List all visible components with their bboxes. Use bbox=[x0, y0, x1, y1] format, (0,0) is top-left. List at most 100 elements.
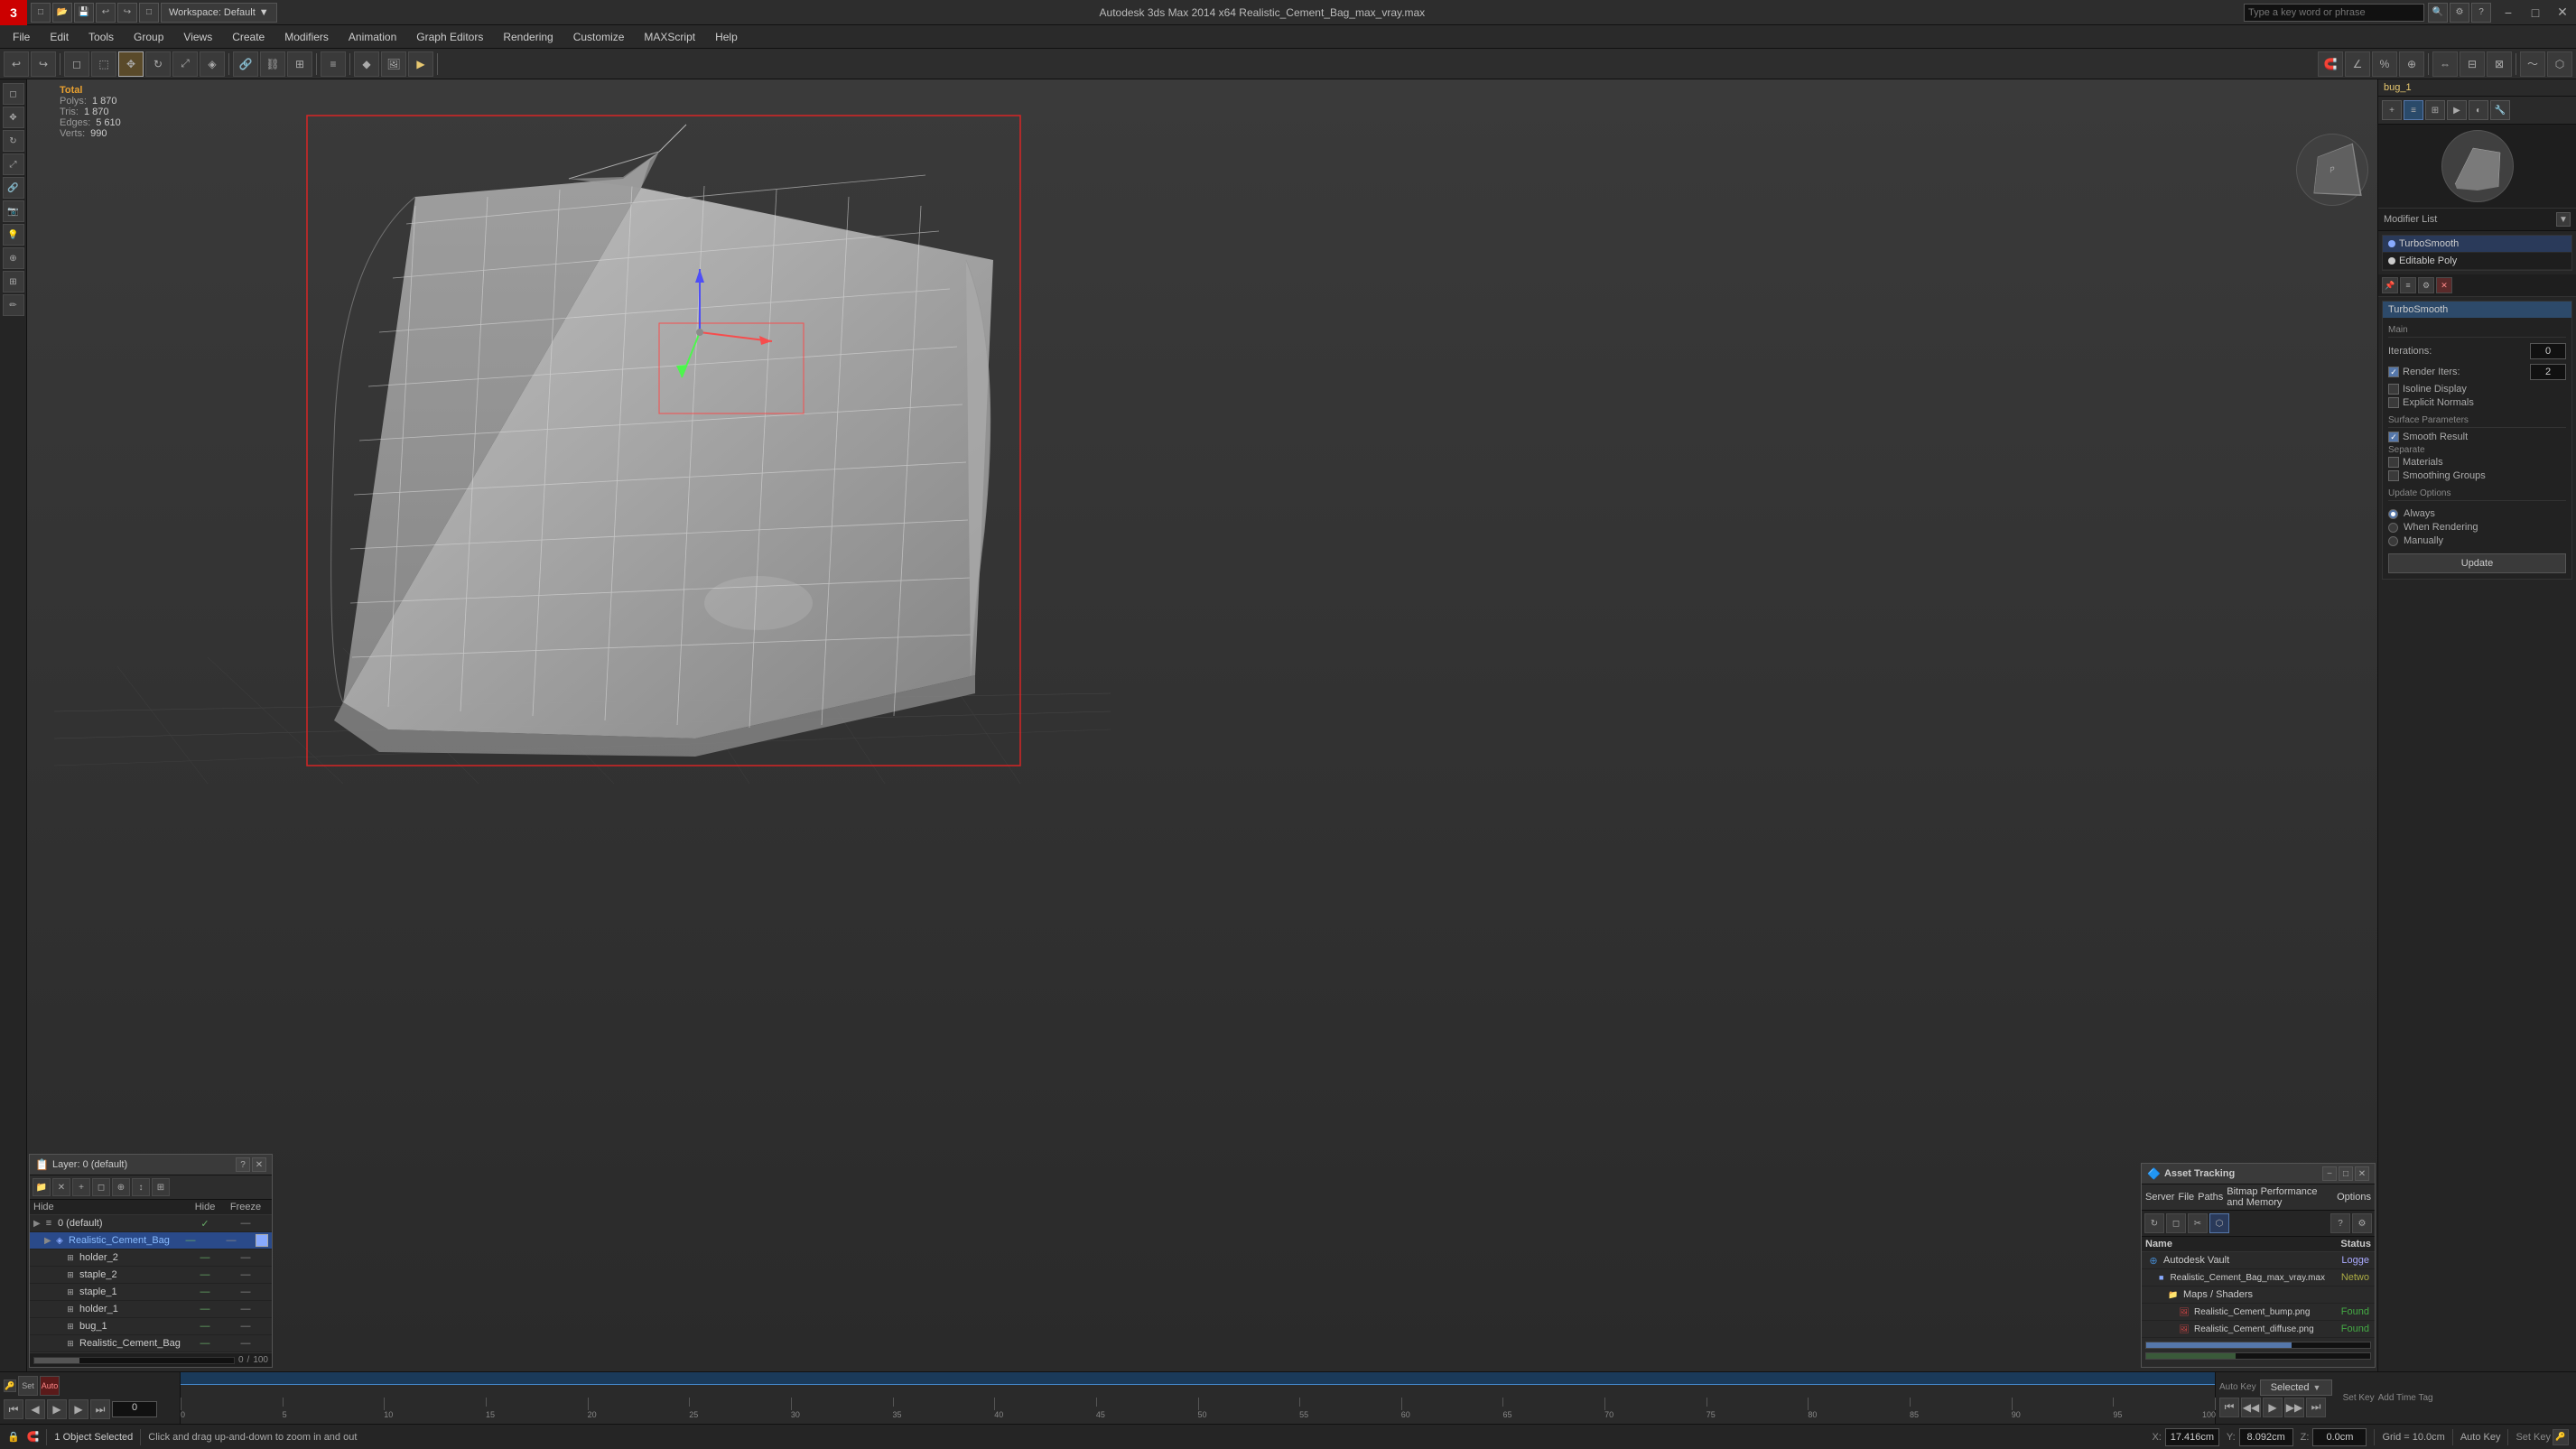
layer-help-btn[interactable]: ? bbox=[236, 1157, 250, 1172]
spacing-tool[interactable]: ⊠ bbox=[2487, 51, 2512, 77]
asset-help-btn[interactable]: ? bbox=[2330, 1213, 2350, 1233]
goto-start-btn[interactable]: ⏮ bbox=[2219, 1398, 2239, 1417]
open-btn[interactable]: 📂 bbox=[52, 3, 72, 23]
link-tool[interactable]: 🔗 bbox=[233, 51, 258, 77]
help-btn[interactable]: ? bbox=[2471, 3, 2491, 23]
lt-light[interactable]: 💡 bbox=[3, 224, 24, 246]
key-filter-btn[interactable]: 🔑 bbox=[4, 1379, 16, 1392]
asset-menu-bitmap[interactable]: Bitmap Performance and Memory bbox=[2227, 1186, 2333, 1208]
layer-row-rcb[interactable]: ⊞ Realistic_Cement_Bag — — bbox=[30, 1335, 272, 1352]
layer-row-cement[interactable]: ▶ ◈ Realistic_Cement_Bag — — bbox=[30, 1232, 272, 1249]
curve-editor-btn[interactable]: 〜 bbox=[2520, 51, 2545, 77]
material-editor-btn[interactable]: ◆ bbox=[354, 51, 379, 77]
asset-settings-btn[interactable]: ⚙ bbox=[2352, 1213, 2372, 1233]
search-btn[interactable]: 🔍 bbox=[2428, 3, 2448, 23]
menu-tools[interactable]: Tools bbox=[79, 27, 123, 47]
lt-scale[interactable]: ⤢ bbox=[3, 153, 24, 175]
lt-space[interactable]: ⊞ bbox=[3, 271, 24, 293]
pin-stack-btn[interactable]: 📌 bbox=[2382, 277, 2398, 293]
schematic-view-btn[interactable]: ⬡ bbox=[2547, 51, 2572, 77]
menu-graph-editors[interactable]: Graph Editors bbox=[407, 27, 492, 47]
prev-key-btn[interactable]: ◀◀ bbox=[2241, 1398, 2261, 1417]
lt-link[interactable]: 🔗 bbox=[3, 177, 24, 199]
asset-maximize-btn[interactable]: □ bbox=[2339, 1166, 2353, 1181]
lt-paint[interactable]: ✏ bbox=[3, 294, 24, 316]
redo-tool[interactable]: ↪ bbox=[31, 51, 56, 77]
layer-row-bug1[interactable]: ⊞ bug_1 — — bbox=[30, 1318, 272, 1335]
turbosm-rollout-header[interactable]: TurboSmooth bbox=[2383, 302, 2571, 318]
utilities-panel-btn[interactable]: 🔧 bbox=[2490, 100, 2510, 120]
layer-sort-btn[interactable]: ↕ bbox=[132, 1178, 150, 1196]
asset-row-maxfile[interactable]: ■ Realistic_Cement_Bag_max_vray.max Netw… bbox=[2142, 1269, 2375, 1286]
maximize-btn[interactable]: □ bbox=[2522, 0, 2549, 25]
iterations-value[interactable]: 0 bbox=[2530, 343, 2566, 359]
menu-modifiers[interactable]: Modifiers bbox=[275, 27, 338, 47]
z-value[interactable]: 0.0cm bbox=[2312, 1428, 2367, 1446]
remove-modifier-btn[interactable]: ✕ bbox=[2436, 277, 2452, 293]
layer-btn[interactable]: ≡ bbox=[321, 51, 346, 77]
new-btn[interactable]: □ bbox=[31, 3, 51, 23]
next-key-btn[interactable]: ▶▶ bbox=[2284, 1398, 2304, 1417]
smoothing-check[interactable] bbox=[2388, 470, 2399, 481]
materials-check[interactable] bbox=[2388, 457, 2399, 468]
search-input[interactable] bbox=[2244, 4, 2424, 22]
layer-add-sel-btn[interactable]: + bbox=[72, 1178, 90, 1196]
asset-row-bump[interactable]: 🖼 Realistic_Cement_bump.png Found bbox=[2142, 1304, 2375, 1321]
workspace-selector[interactable]: Workspace: Default ▼ bbox=[161, 3, 277, 23]
settings-btn[interactable]: ⚙ bbox=[2450, 3, 2469, 23]
layer-delete-btn[interactable]: ✕ bbox=[52, 1178, 70, 1196]
render-iters-check[interactable] bbox=[2388, 367, 2399, 377]
hierarchy-panel-btn[interactable]: ⊞ bbox=[2425, 100, 2445, 120]
anim-timeline[interactable]: 0 5 10 15 20 25 30 35 40 45 50 55 60 65 … bbox=[181, 1372, 2215, 1424]
always-radio[interactable] bbox=[2388, 509, 2398, 519]
layer-close-btn[interactable]: ✕ bbox=[252, 1157, 266, 1172]
layer-scrollbar[interactable] bbox=[33, 1357, 235, 1364]
asset-menu-file[interactable]: File bbox=[2178, 1192, 2194, 1203]
timeline-ruler[interactable]: 0 5 10 15 20 25 30 35 40 45 50 55 60 65 … bbox=[181, 1385, 2215, 1425]
close-btn[interactable]: ✕ bbox=[2549, 0, 2576, 25]
asset-strip-btn[interactable]: ✂ bbox=[2188, 1213, 2208, 1233]
select-tool[interactable]: ◻ bbox=[64, 51, 89, 77]
asset-close-btn[interactable]: ✕ bbox=[2355, 1166, 2369, 1181]
asset-menu-server[interactable]: Server bbox=[2145, 1192, 2174, 1203]
menu-edit[interactable]: Edit bbox=[41, 27, 78, 47]
modify-panel-btn[interactable]: ≡ bbox=[2404, 100, 2423, 120]
layer-row-staple2[interactable]: ⊞ staple_2 — — bbox=[30, 1267, 272, 1284]
layer-new-btn[interactable]: 📁 bbox=[33, 1178, 51, 1196]
asset-row-diffuse[interactable]: 🖼 Realistic_Cement_diffuse.png Found bbox=[2142, 1321, 2375, 1338]
key-icon-btn[interactable]: 🔑 bbox=[2553, 1429, 2569, 1445]
menu-animation[interactable]: Animation bbox=[339, 27, 405, 47]
undo-tool[interactable]: ↩ bbox=[4, 51, 29, 77]
asset-panel-header[interactable]: 🔷 Asset Tracking − □ ✕ bbox=[2142, 1164, 2375, 1184]
goto-end-btn[interactable]: ⏭ bbox=[2306, 1398, 2326, 1417]
prev-frame-btn[interactable]: ◀ bbox=[25, 1399, 45, 1419]
set-keys-btn[interactable]: Set bbox=[18, 1376, 38, 1396]
nav-cube[interactable]: P bbox=[2296, 134, 2368, 206]
layer-merge-btn[interactable]: ⊕ bbox=[112, 1178, 130, 1196]
select-region-tool[interactable]: ⬚ bbox=[91, 51, 116, 77]
manually-radio[interactable] bbox=[2388, 536, 2398, 546]
asset-row-vault[interactable]: ⊕ Autodesk Vault Logge bbox=[2142, 1252, 2375, 1269]
save-btn[interactable]: 💾 bbox=[74, 3, 94, 23]
bind-tool[interactable]: ⊞ bbox=[287, 51, 312, 77]
x-value[interactable]: 17.416cm bbox=[2165, 1428, 2219, 1446]
asset-refresh-btn[interactable]: ↻ bbox=[2144, 1213, 2164, 1233]
layer-row-holder2[interactable]: ⊞ holder_2 — — bbox=[30, 1249, 272, 1267]
next-frame-btn[interactable]: ▶ bbox=[69, 1399, 88, 1419]
menu-group[interactable]: Group bbox=[125, 27, 172, 47]
menu-file[interactable]: File bbox=[4, 27, 39, 47]
layer-sel-from-btn[interactable]: ◻ bbox=[92, 1178, 110, 1196]
play-btn[interactable]: ▶ bbox=[47, 1399, 67, 1419]
layer-expand-btn[interactable]: ⊞ bbox=[152, 1178, 170, 1196]
motion-panel-btn[interactable]: ▶ bbox=[2447, 100, 2467, 120]
asset-menu-options[interactable]: Options bbox=[2337, 1192, 2371, 1203]
lt-camera[interactable]: 📷 bbox=[3, 200, 24, 222]
menu-help[interactable]: Help bbox=[706, 27, 747, 47]
scale-tool[interactable]: ⤢ bbox=[172, 51, 198, 77]
create-panel-btn[interactable]: + bbox=[2382, 100, 2402, 120]
asset-vault-btn[interactable]: ⬡ bbox=[2209, 1213, 2229, 1233]
lt-move[interactable]: ✥ bbox=[3, 107, 24, 128]
go-start-btn[interactable]: ⏮ bbox=[4, 1399, 23, 1419]
modifier-turbosm[interactable]: TurboSmooth bbox=[2383, 236, 2571, 253]
spinner-snap[interactable]: ⊕ bbox=[2399, 51, 2424, 77]
